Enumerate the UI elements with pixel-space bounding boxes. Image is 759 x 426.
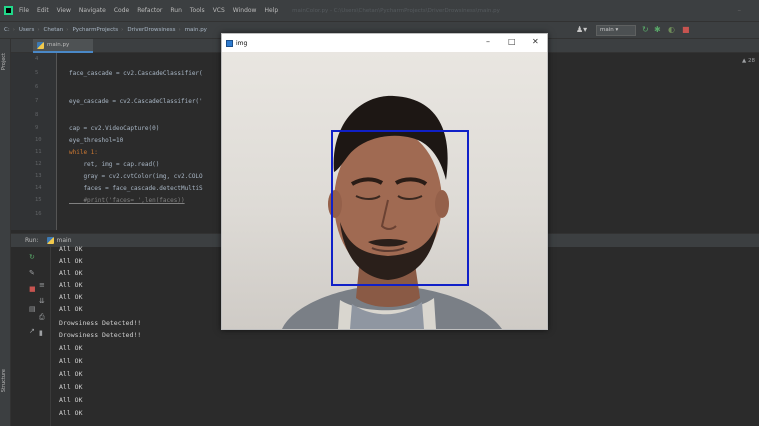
- line-number: 6: [35, 84, 39, 90]
- console-line: All OK: [59, 396, 83, 404]
- app-window-icon: [226, 39, 233, 47]
- img-window-title: img: [236, 39, 248, 47]
- coverage-icon[interactable]: ◐: [668, 25, 675, 34]
- project-tool-tab[interactable]: Project: [1, 53, 7, 70]
- line-number: 15: [35, 197, 42, 203]
- trash-icon[interactable]: ▮: [39, 329, 43, 337]
- console-line: All OK: [59, 370, 83, 378]
- rerun-icon[interactable]: ↻: [642, 25, 649, 34]
- pin-icon[interactable]: ▤: [29, 305, 36, 313]
- line-number: 10: [35, 137, 42, 143]
- console-line: All OK: [59, 257, 83, 265]
- ide-minimize-button[interactable]: –: [738, 6, 742, 14]
- code-line: cap = cv2.VideoCapture(0): [69, 125, 160, 132]
- stop-icon[interactable]: ■: [29, 285, 36, 293]
- run-config-label: main: [600, 27, 614, 33]
- tab-run-main[interactable]: main: [46, 237, 72, 244]
- menu-navigate[interactable]: Navigate: [79, 7, 106, 14]
- menu-view[interactable]: View: [57, 7, 71, 14]
- breadcrumb-pycharmprojects[interactable]: PycharmProjects: [72, 27, 118, 33]
- left-tool-stripe: Project Structure: [0, 39, 11, 426]
- menu-vcs[interactable]: VCS: [213, 7, 225, 14]
- wrench-icon[interactable]: ✎: [29, 269, 35, 277]
- menu-refactor[interactable]: Refactor: [137, 7, 162, 14]
- breadcrumb-users[interactable]: Users: [19, 27, 34, 33]
- breadcrumb-chetan[interactable]: Chetan: [44, 27, 64, 33]
- face-detection-box: [331, 130, 469, 286]
- structure-tool-tab[interactable]: Structure: [1, 369, 7, 392]
- code-line: face_cascade = cv2.CascadeClassifier(: [69, 70, 203, 77]
- window-title: mainColor.py - C:\Users\Chetan\PycharmPr…: [292, 7, 500, 14]
- line-number: 14: [35, 185, 42, 191]
- line-number: 12: [35, 161, 42, 167]
- rerun-icon[interactable]: ↻: [29, 253, 35, 261]
- code-line: ret, img = cap.read(): [69, 161, 160, 168]
- console-line: All OK: [59, 293, 83, 301]
- menu-help[interactable]: Help: [264, 7, 278, 14]
- menu-tools[interactable]: Tools: [190, 7, 205, 14]
- menu-edit[interactable]: Edit: [37, 7, 49, 14]
- line-number: 11: [35, 149, 42, 155]
- maximize-button[interactable]: □: [508, 37, 516, 46]
- close-button[interactable]: ✕: [532, 37, 539, 46]
- line-number: 8: [35, 112, 39, 118]
- console-line: Drowsiness Detected!!: [59, 331, 142, 339]
- run-config-select[interactable]: main ▾: [596, 25, 636, 36]
- console-line: All OK: [59, 409, 83, 417]
- run-tab-label: main: [56, 237, 72, 244]
- line-number: 4: [35, 56, 39, 62]
- code-line: while 1:: [69, 149, 98, 156]
- editor-gutter: [11, 53, 57, 230]
- code-line: gray = cv2.cvtColor(img, cv2.COLO: [69, 173, 203, 180]
- line-number: 7: [35, 98, 39, 104]
- code-line: #print('faces= ',len(faces)): [69, 197, 185, 204]
- layout-icon[interactable]: ↗: [29, 327, 35, 335]
- menu-bar: File Edit View Navigate Code Refactor Ru…: [0, 0, 759, 22]
- menu-file[interactable]: File: [19, 7, 29, 14]
- scroll-end-icon[interactable]: ⇊: [39, 297, 45, 305]
- user-icon[interactable]: ♟▾: [576, 25, 587, 34]
- python-run-icon: [46, 237, 54, 244]
- debug-icon[interactable]: ✱: [654, 25, 661, 34]
- code-line: faces = face_cascade.detectMultiS: [69, 185, 203, 192]
- menu-window[interactable]: Window: [233, 7, 257, 14]
- pycharm-logo-icon: [4, 6, 13, 15]
- code-line: eye_cascade = cv2.CascadeClassifier(': [69, 98, 203, 105]
- tab-label: main.py: [47, 42, 70, 48]
- python-file-icon: [37, 41, 44, 49]
- run-label: Run:: [25, 237, 39, 244]
- img-window-titlebar[interactable]: img – □ ✕: [222, 34, 547, 52]
- menu-code[interactable]: Code: [114, 7, 129, 14]
- console-line: All OK: [59, 281, 83, 289]
- breadcrumb-drive[interactable]: C:: [4, 27, 10, 33]
- console-toolbar: ↻ ✎ ■ ≡ ⇊ ▤ ⎙ ↗ ▮: [11, 247, 51, 426]
- minimize-button[interactable]: –: [486, 37, 490, 46]
- line-number: 13: [35, 173, 42, 179]
- menu-run[interactable]: Run: [170, 7, 182, 14]
- img-window[interactable]: img – □ ✕: [221, 33, 548, 330]
- console-line: Drowsiness Detected!!: [59, 319, 142, 327]
- line-number: 9: [35, 125, 39, 131]
- soft-wrap-icon[interactable]: ≡: [39, 281, 45, 289]
- tab-main-py[interactable]: main.py: [33, 39, 93, 53]
- console-line: All OK: [59, 245, 83, 253]
- console-line: All OK: [59, 383, 83, 391]
- console-line: All OK: [59, 344, 83, 352]
- print-icon[interactable]: ⎙: [39, 313, 45, 322]
- line-number: 5: [35, 70, 39, 76]
- console-line: All OK: [59, 357, 83, 365]
- warning-count[interactable]: ▲ 28: [742, 58, 755, 64]
- code-line: eye_threshol=10: [69, 137, 124, 144]
- console-line: All OK: [59, 269, 83, 277]
- stop-icon[interactable]: ■: [682, 25, 690, 34]
- line-number: 16: [35, 211, 42, 217]
- breadcrumb-driverdrowsiness[interactable]: DriverDrowsiness: [127, 27, 175, 33]
- console-line: All OK: [59, 305, 83, 313]
- webcam-frame: [222, 52, 547, 329]
- breadcrumb-main-py[interactable]: main.py: [185, 27, 207, 33]
